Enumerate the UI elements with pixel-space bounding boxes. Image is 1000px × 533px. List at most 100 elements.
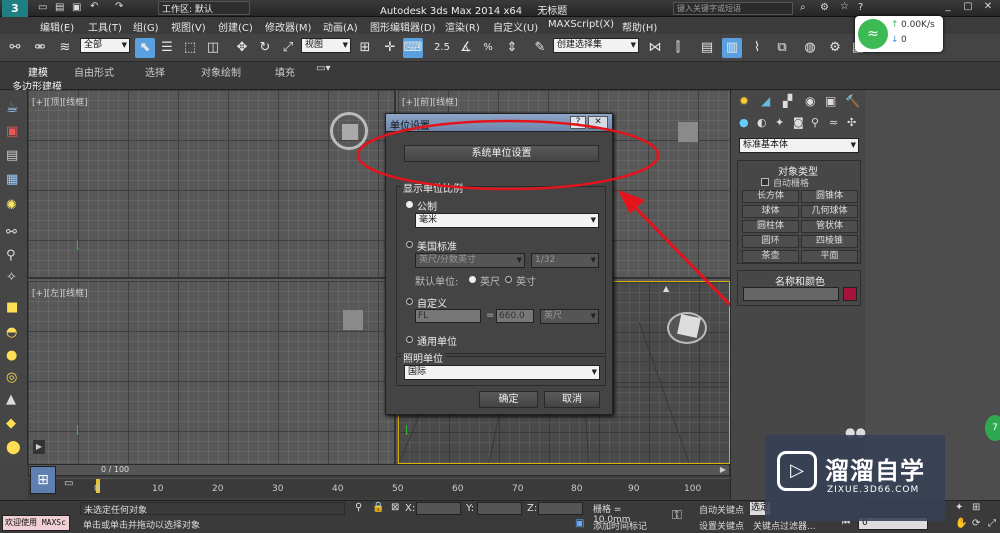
viewcube[interactable]	[667, 312, 707, 344]
minimize-button[interactable]: _	[938, 1, 958, 16]
z-coord-field[interactable]	[538, 502, 583, 515]
systems-icon[interactable]: ✣	[847, 116, 856, 129]
window-crossing-icon[interactable]: ◫	[203, 38, 223, 58]
auto-key-label[interactable]: 自动关键点	[699, 503, 744, 516]
plane-button[interactable]: 平面	[801, 250, 858, 263]
named-selection-dropdown[interactable]: 创建选择集	[553, 38, 639, 53]
viewcube-front[interactable]	[678, 122, 698, 142]
viewport-left-label[interactable]: [+][左][线框]	[32, 286, 88, 299]
helpers-icon[interactable]: ⚲	[811, 116, 819, 129]
tube-button[interactable]: 管状体	[801, 220, 858, 233]
select-rotate-icon[interactable]: ↻	[255, 38, 275, 58]
curve-editor-icon[interactable]: ⌇	[747, 38, 767, 58]
menu-tools[interactable]: 工具(T)	[88, 19, 122, 34]
viewcube-left[interactable]	[343, 310, 363, 330]
autogrid-checkbox[interactable]	[761, 178, 769, 186]
network-widget[interactable]: ≈ ↑ 0.00K/s ↓ 0	[855, 16, 943, 52]
ok-button[interactable]: 确定	[479, 391, 538, 408]
ribbon-options-icon[interactable]: ▭▾	[316, 63, 330, 74]
grid-tool-icon[interactable]: ▦	[6, 172, 18, 187]
custom-unit-dropdown[interactable]: 英尺	[540, 309, 599, 324]
sphere-shape-icon[interactable]: ●	[6, 348, 17, 363]
dialog-close-button[interactable]: ✕	[588, 116, 608, 129]
zoom-icon[interactable]: ✦	[955, 502, 963, 513]
snaps-toggle-icon[interactable]: 2.5	[432, 38, 452, 58]
dialog-help-button[interactable]: ?	[570, 116, 586, 129]
link-icon[interactable]: ⚯	[5, 38, 25, 58]
menu-create[interactable]: 创建(C)	[218, 19, 253, 34]
teapot-button[interactable]: 茶壶	[742, 250, 799, 263]
shapes-icon[interactable]: ◐	[757, 116, 767, 129]
new-file-icon[interactable]: ▭	[38, 2, 47, 13]
cone-shape-icon[interactable]: ▲	[6, 392, 16, 407]
us-standard-radio[interactable]	[406, 241, 413, 248]
mirror-icon[interactable]: ⋈	[645, 38, 665, 58]
us-standard-dropdown[interactable]: 英尺/分数英寸	[415, 253, 525, 268]
select-manipulate-icon[interactable]: ✛	[380, 38, 400, 58]
field-of-view-icon[interactable]: ✋	[955, 518, 967, 529]
dialog-titlebar[interactable]: 单位设置 ? ✕	[386, 114, 612, 132]
track-bar[interactable]: 0 10 20 30 40 50 60 70 80 90 100	[28, 478, 730, 498]
viewport-left[interactable]: [+][左][线框]	[28, 281, 396, 464]
generic-units-radio[interactable]	[406, 336, 413, 343]
binoculars-icon[interactable]: ⌕	[800, 2, 806, 13]
light-tool-icon[interactable]: ✺	[6, 198, 17, 213]
box-button[interactable]: 长方体	[742, 190, 799, 203]
cylinder-button[interactable]: 圆柱体	[742, 220, 799, 233]
viewport-top-label[interactable]: [+][顶][线框]	[32, 95, 88, 108]
pivot-center-icon[interactable]: ⊞	[355, 38, 375, 58]
geosphere-button[interactable]: 几何球体	[801, 205, 858, 218]
inch-radio[interactable]	[505, 276, 512, 283]
isolate-icon[interactable]: ⚲	[355, 502, 362, 513]
layer-manager-icon[interactable]: ▤	[697, 38, 717, 58]
metric-radio[interactable]	[406, 201, 413, 208]
select-by-name-icon[interactable]: ☰	[157, 38, 177, 58]
green-floating-badge[interactable]: 7	[985, 415, 1000, 441]
angle-snap-icon[interactable]: ∡	[456, 38, 476, 58]
torus-button[interactable]: 圆环	[742, 235, 799, 248]
pyramid-shape-icon[interactable]: ◆	[6, 416, 16, 431]
help-icon[interactable]: ?	[858, 2, 863, 13]
teapot-icon[interactable]: ☕	[6, 100, 19, 116]
save-icon[interactable]: ▣	[72, 2, 81, 13]
schematic-view-icon[interactable]: ⧉	[772, 38, 792, 58]
orbit-icon[interactable]: ⟳	[972, 518, 980, 529]
hemisphere-shape-icon[interactable]: ◓	[6, 325, 17, 340]
spinner-snap-icon[interactable]: ⇕	[502, 38, 522, 58]
modify-tab-icon[interactable]: ◢	[761, 94, 770, 108]
sphere-button[interactable]: 球体	[742, 205, 799, 218]
maximize-viewport-icon[interactable]: ⤢	[988, 518, 996, 529]
time-slider[interactable]: ◀ 0 / 100 ▶	[28, 464, 730, 476]
image-tool-icon[interactable]: ▣	[6, 124, 18, 139]
maximize-button[interactable]: ▢	[958, 1, 978, 16]
category-dropdown[interactable]: 标准基本体	[739, 138, 859, 153]
name-color-header[interactable]: 名称和颜色	[775, 273, 825, 288]
y-coord-field[interactable]	[477, 502, 522, 515]
custom-radio[interactable]	[406, 298, 413, 305]
menu-customize[interactable]: 自定义(U)	[493, 19, 538, 34]
cameras-icon[interactable]: ◙	[793, 116, 804, 129]
motion-tab-icon[interactable]: ◉	[805, 94, 815, 108]
undo-icon[interactable]: ↶	[90, 1, 98, 12]
close-button[interactable]: ✕	[978, 1, 998, 16]
time-slider-next-icon[interactable]: ▶	[720, 465, 726, 474]
viewport-front-label[interactable]: [+][前][线框]	[402, 95, 458, 108]
list-tool-icon[interactable]: ▤	[6, 148, 18, 163]
subscription-icon[interactable]: ⚙	[820, 2, 829, 13]
geometry-icon[interactable]: ●	[739, 116, 749, 129]
hierarchy-tab-icon[interactable]: ▞	[783, 94, 792, 108]
custom-value-field[interactable]: 660.0	[496, 309, 534, 323]
spacewarp-tool-icon[interactable]: ✧	[6, 270, 17, 285]
cone-button[interactable]: 圆锥体	[801, 190, 858, 203]
menu-view[interactable]: 视图(V)	[171, 19, 206, 34]
bind-spacewarp-icon[interactable]: ≋	[55, 38, 75, 58]
camera-tool-icon[interactable]: ⚯	[6, 225, 17, 240]
helper-tool-icon[interactable]: ⚲	[6, 248, 16, 263]
menu-rendering[interactable]: 渲染(R)	[445, 19, 480, 34]
add-time-tag-icon[interactable]: ▣	[575, 518, 584, 529]
feet-radio[interactable]	[469, 276, 476, 283]
lights-icon[interactable]: ✦	[775, 116, 784, 129]
display-tab-icon[interactable]: ▣	[825, 94, 836, 108]
graphite-ribbon-icon[interactable]: ▥	[722, 38, 742, 58]
percent-snap-icon[interactable]: %	[478, 38, 498, 58]
